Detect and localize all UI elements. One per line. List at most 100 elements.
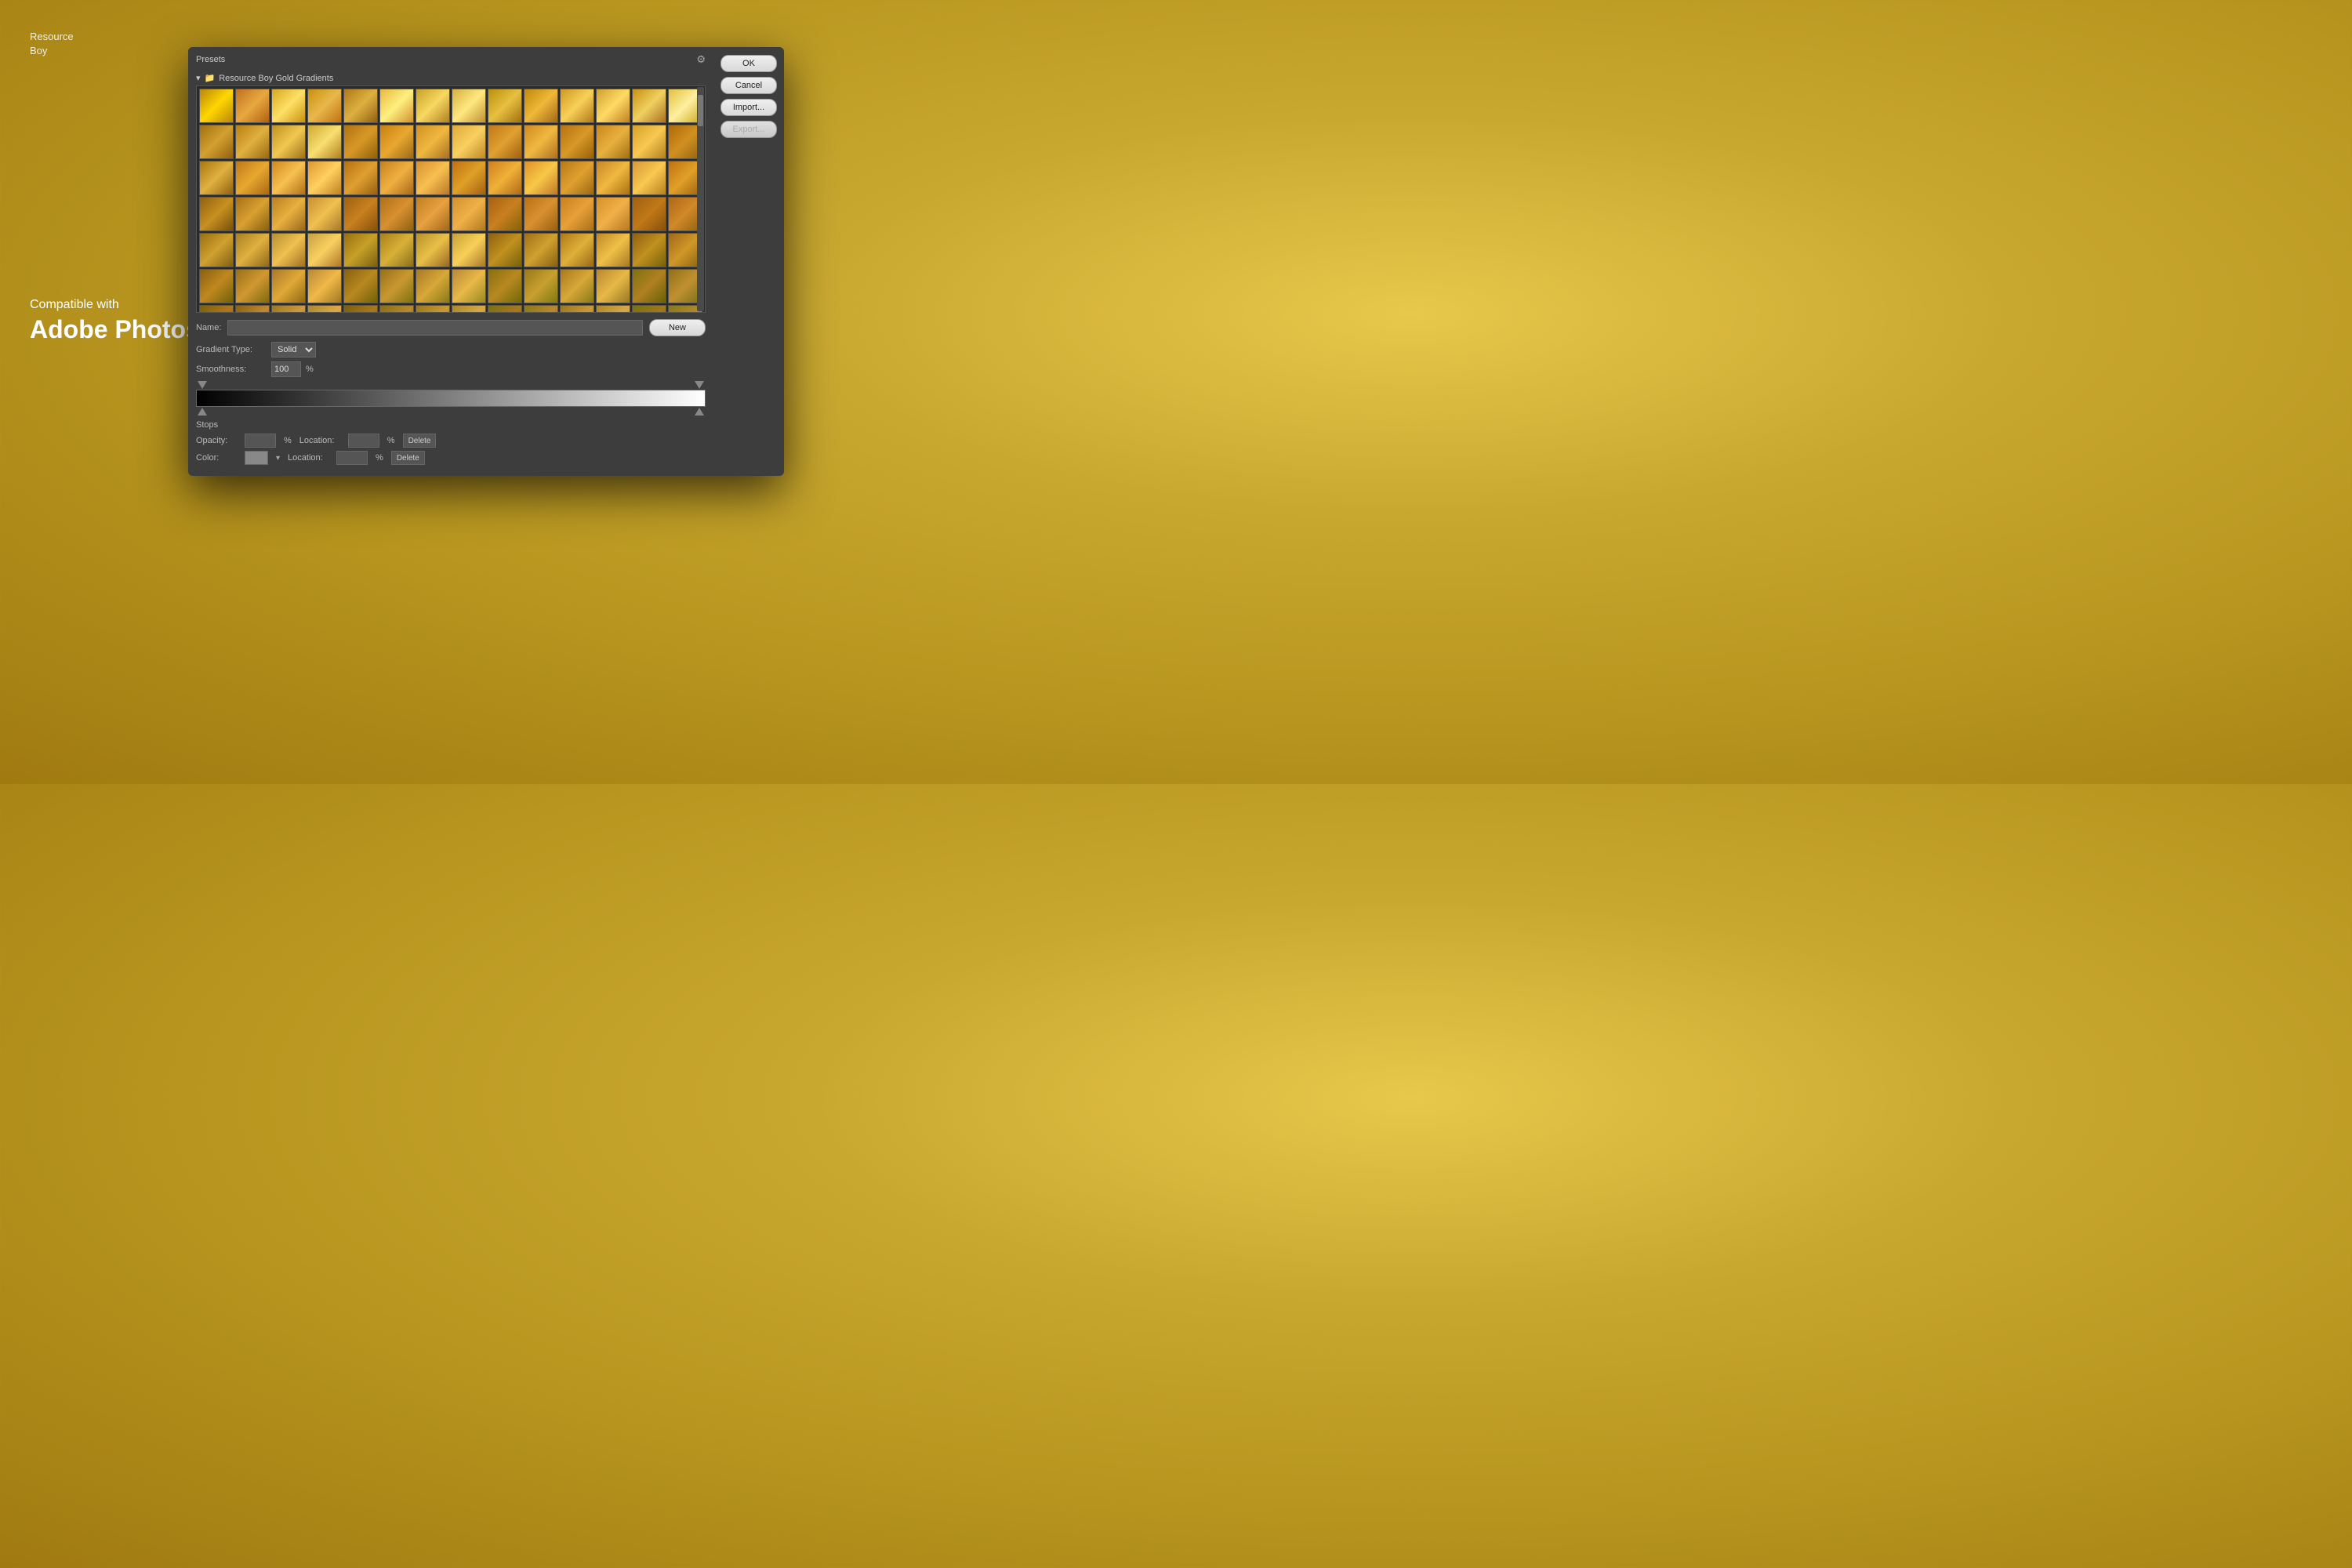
gradient-cell[interactable] — [307, 197, 342, 231]
gradient-cell[interactable] — [632, 161, 666, 195]
gradient-cell[interactable] — [235, 197, 270, 231]
gradient-cell[interactable] — [307, 233, 342, 267]
gradient-cell[interactable] — [416, 233, 450, 267]
gradient-cell[interactable] — [235, 89, 270, 123]
color-dropdown-icon[interactable]: ▾ — [276, 454, 280, 463]
gradient-cell[interactable] — [343, 161, 378, 195]
gradient-cell[interactable] — [416, 197, 450, 231]
delete-color-button[interactable]: Delete — [391, 451, 425, 465]
gradient-cell[interactable] — [379, 269, 414, 303]
gradient-cell[interactable] — [199, 269, 234, 303]
gradient-cell[interactable] — [271, 305, 306, 313]
gradient-cell[interactable] — [560, 233, 594, 267]
ok-button[interactable]: OK — [720, 55, 777, 72]
gradient-cell[interactable] — [596, 161, 630, 195]
gradient-cell[interactable] — [452, 197, 486, 231]
gradient-cell[interactable] — [199, 161, 234, 195]
smoothness-input[interactable] — [271, 361, 301, 377]
gradient-cell[interactable] — [271, 233, 306, 267]
gradient-cell[interactable] — [343, 197, 378, 231]
color-swatch[interactable] — [245, 451, 268, 465]
gradient-cell[interactable] — [488, 305, 522, 313]
gradient-cell[interactable] — [596, 233, 630, 267]
opacity-stop-right[interactable] — [695, 381, 704, 389]
gradient-cell[interactable] — [271, 89, 306, 123]
new-button-name-row[interactable]: New — [649, 319, 706, 336]
name-input[interactable] — [227, 320, 643, 336]
gradient-cell[interactable] — [560, 305, 594, 313]
gradient-cell[interactable] — [488, 233, 522, 267]
gradient-cell[interactable] — [271, 161, 306, 195]
gradient-cell[interactable] — [632, 233, 666, 267]
gradient-cell[interactable] — [235, 269, 270, 303]
gradient-cell[interactable] — [271, 197, 306, 231]
gradient-cell[interactable] — [560, 89, 594, 123]
location-opacity-input[interactable] — [348, 434, 379, 448]
gradient-cell[interactable] — [632, 197, 666, 231]
gradient-cell[interactable] — [632, 305, 666, 313]
gradient-cell[interactable] — [560, 125, 594, 159]
gradient-cell[interactable] — [488, 161, 522, 195]
gradient-cell[interactable] — [343, 269, 378, 303]
gradient-cell[interactable] — [560, 161, 594, 195]
gradient-cell[interactable] — [488, 197, 522, 231]
gradient-cell[interactable] — [524, 269, 558, 303]
gradient-cell[interactable] — [452, 269, 486, 303]
gradient-cell[interactable] — [452, 125, 486, 159]
gradient-cell[interactable] — [235, 125, 270, 159]
gradient-cell[interactable] — [632, 125, 666, 159]
opacity-input[interactable] — [245, 434, 276, 448]
gradient-cell[interactable] — [488, 125, 522, 159]
folder-row[interactable]: ▾ 📁 Resource Boy Gold Gradients — [188, 71, 713, 85]
gradient-cell[interactable] — [524, 305, 558, 313]
gradient-cell[interactable] — [307, 269, 342, 303]
gradient-cell[interactable] — [379, 89, 414, 123]
import-button[interactable]: Import... — [720, 99, 777, 116]
scrollbar-thumb[interactable] — [698, 95, 703, 126]
gradient-cell[interactable] — [379, 125, 414, 159]
gradient-cell[interactable] — [235, 161, 270, 195]
gradient-cell[interactable] — [379, 161, 414, 195]
gradient-cell[interactable] — [596, 89, 630, 123]
gradient-cell[interactable] — [416, 89, 450, 123]
gradient-cell[interactable] — [235, 233, 270, 267]
gradient-cell[interactable] — [596, 305, 630, 313]
gradient-cell[interactable] — [271, 269, 306, 303]
gradient-cell[interactable] — [307, 305, 342, 313]
gradient-cell[interactable] — [343, 125, 378, 159]
gradient-cell[interactable] — [632, 89, 666, 123]
gradient-cell[interactable] — [199, 305, 234, 313]
gradient-cell[interactable] — [524, 89, 558, 123]
gradient-cell[interactable] — [343, 89, 378, 123]
gradient-bar[interactable] — [196, 390, 706, 407]
scrollbar-vertical[interactable] — [697, 87, 704, 311]
gradient-cell[interactable] — [199, 197, 234, 231]
gradient-cell[interactable] — [488, 269, 522, 303]
color-stop-right[interactable] — [695, 408, 704, 416]
delete-opacity-button[interactable]: Delete — [403, 434, 437, 448]
gradient-cell[interactable] — [307, 161, 342, 195]
gradient-cell[interactable] — [452, 305, 486, 313]
gradient-cell[interactable] — [560, 269, 594, 303]
gradient-cell[interactable] — [632, 269, 666, 303]
gradient-cell[interactable] — [560, 197, 594, 231]
gradient-cell[interactable] — [596, 269, 630, 303]
gradient-cell[interactable] — [307, 89, 342, 123]
gradient-cell[interactable] — [452, 89, 486, 123]
gradient-cell[interactable] — [199, 125, 234, 159]
export-button[interactable]: Export... — [720, 121, 777, 138]
gradient-cell[interactable] — [343, 233, 378, 267]
color-stop-left[interactable] — [198, 408, 207, 416]
gradient-cell[interactable] — [452, 161, 486, 195]
gear-icon[interactable]: ⚙ — [696, 53, 706, 66]
gradient-cell[interactable] — [416, 161, 450, 195]
gradient-cell[interactable] — [235, 305, 270, 313]
gradient-cell[interactable] — [379, 233, 414, 267]
gradient-cell[interactable] — [416, 125, 450, 159]
gradient-cell[interactable] — [524, 125, 558, 159]
gradient-cell[interactable] — [452, 233, 486, 267]
opacity-stop-left[interactable] — [198, 381, 207, 389]
gradient-cell[interactable] — [416, 269, 450, 303]
gradient-cell[interactable] — [524, 233, 558, 267]
gradient-type-select[interactable]: Solid Noise — [271, 342, 316, 358]
